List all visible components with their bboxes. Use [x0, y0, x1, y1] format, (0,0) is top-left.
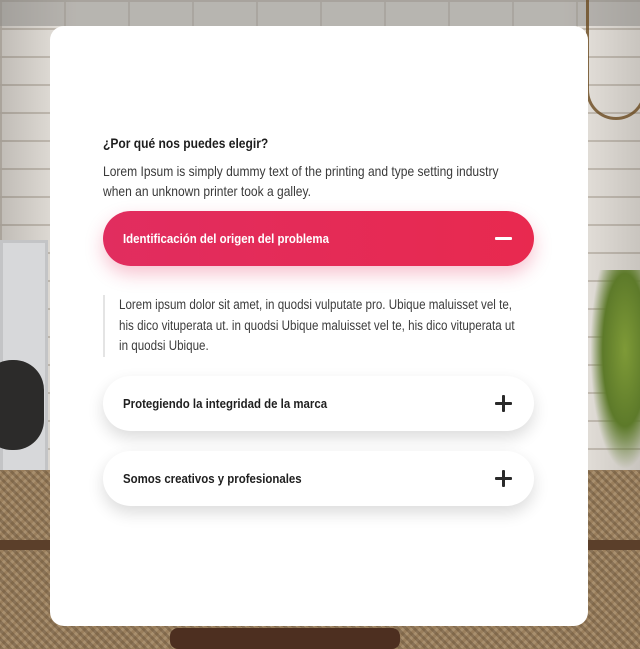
plant-decor	[590, 270, 640, 470]
accordion-panel-text: Lorem ipsum dolor sit amet, in quodsi vu…	[119, 297, 515, 353]
accordion-header-brand[interactable]: Protegiendo la integridad de la marca	[103, 376, 534, 431]
minus-icon[interactable]	[494, 229, 514, 249]
accordion-label: Protegiendo la integridad de la marca	[123, 396, 328, 411]
lamp-decor	[586, 0, 640, 120]
wall-top-strip	[0, 0, 640, 26]
accordion-label: Somos creativos y profesionales	[123, 471, 302, 486]
suitcase-handle	[170, 628, 400, 649]
accordion-header-creative[interactable]: Somos creativos y profesionales	[103, 451, 534, 506]
section-heading: ¿Por qué nos puedes elegir?	[103, 135, 269, 151]
plus-icon[interactable]	[494, 394, 514, 414]
section-intro: Lorem Ipsum is simply dummy text of the …	[103, 163, 499, 199]
accordion-label: Identificación del origen del problema	[123, 231, 329, 246]
faq-card: ¿Por qué nos puedes elegir? Lorem Ipsum …	[50, 26, 588, 626]
headphones-decor	[0, 360, 44, 450]
accordion-panel-origin: Lorem ipsum dolor sit amet, in quodsi vu…	[103, 295, 533, 357]
plus-icon[interactable]	[494, 469, 514, 489]
accordion-header-origin[interactable]: Identificación del origen del problema	[103, 211, 534, 266]
